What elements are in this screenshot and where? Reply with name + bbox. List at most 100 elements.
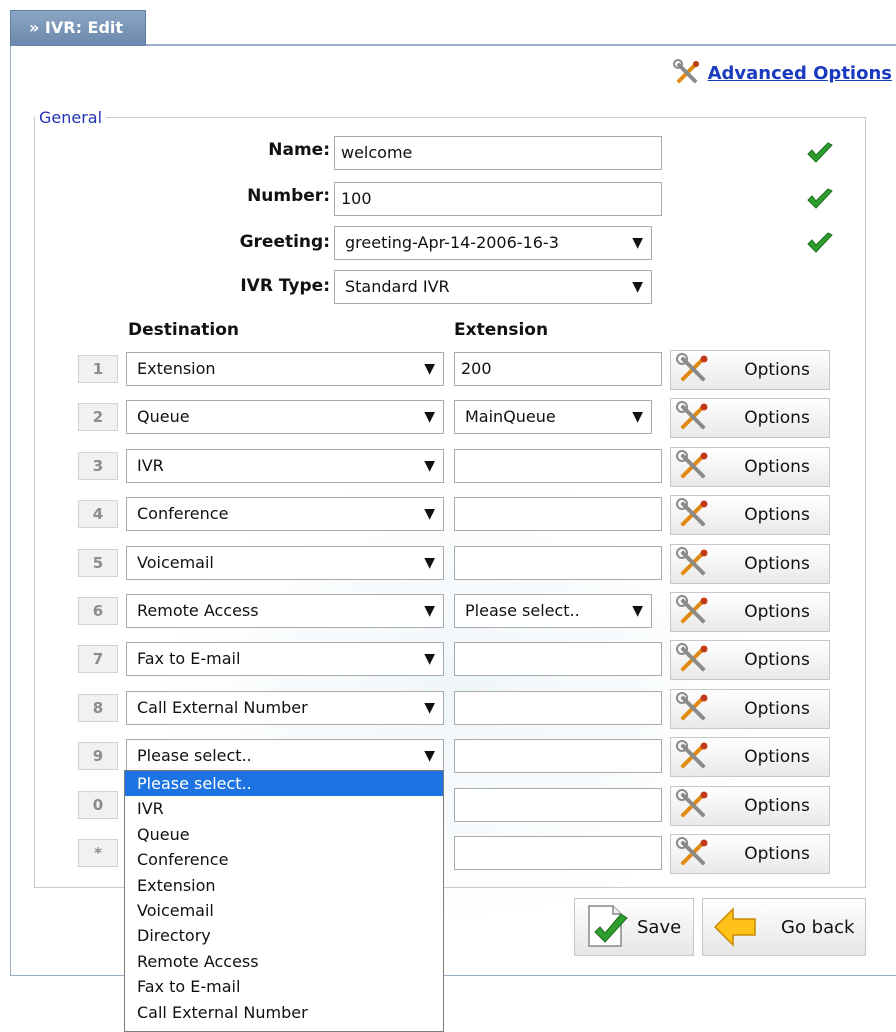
destination-select[interactable]: Conference ▼ [126,497,444,531]
extension-input[interactable] [454,642,662,676]
options-label: Options [744,457,810,477]
options-button[interactable]: Options [670,398,830,438]
options-button[interactable]: Options [670,834,830,874]
destination-select[interactable]: Remote Access ▼ [126,594,444,628]
dropdown-arrow-icon: ▼ [424,409,435,425]
ivr-type-value: Standard IVR [345,277,450,296]
dropdown-arrow-icon: ▼ [632,603,643,619]
tools-icon [675,497,715,533]
extension-input[interactable] [454,788,662,822]
destination-select[interactable]: Extension ▼ [126,352,444,386]
greeting-select[interactable]: greeting-Apr-14-2006-16-3 ▼ [334,226,652,260]
tools-icon [675,788,715,824]
destination-select[interactable]: Queue ▼ [126,400,444,434]
general-legend: General [39,108,103,127]
extension-select[interactable]: Please select.. ▼ [454,594,652,628]
dropdown-arrow-icon: ▼ [424,458,435,474]
options-button[interactable]: Options [670,737,830,777]
tools-icon [675,594,715,630]
dropdown-arrow-icon: ▼ [424,361,435,377]
tools-icon [675,836,715,872]
key-badge: 9 [78,742,118,770]
options-button[interactable]: Options [670,786,830,826]
options-label: Options [744,554,810,574]
save-button[interactable]: Save [574,898,694,956]
extension-input[interactable] [454,739,662,773]
extension-input[interactable] [454,546,662,580]
options-label: Options [744,360,810,380]
greeting-value: greeting-Apr-14-2006-16-3 [345,233,559,252]
destination-value: Remote Access [137,601,259,620]
extension-value: Please select.. [465,601,580,620]
options-button[interactable]: Options [670,592,830,632]
dropdown-option[interactable]: Voicemail [125,898,443,923]
options-label: Options [744,408,810,428]
key-badge: 8 [78,694,118,722]
ivr-type-select[interactable]: Standard IVR ▼ [334,270,652,304]
go-back-button[interactable]: Go back [702,898,866,956]
destination-value: Queue [137,407,190,426]
destination-select[interactable]: Call External Number ▼ [126,691,444,725]
options-button[interactable]: Options [670,689,830,729]
tools-icon [675,352,715,388]
destination-value: Conference [137,504,229,523]
options-button[interactable]: Options [670,350,830,390]
extension-input[interactable] [454,691,662,725]
extension-select[interactable]: MainQueue ▼ [454,400,652,434]
dropdown-option[interactable]: Please select.. [125,771,443,797]
dropdown-option[interactable]: Remote Access [125,949,443,974]
dropdown-arrow-icon: ▼ [632,279,643,295]
go-back-label: Go back [781,916,855,938]
save-icon [588,905,628,947]
options-button[interactable]: Options [670,447,830,487]
tools-icon [675,449,715,485]
dropdown-option[interactable]: Call External Number [125,1000,443,1025]
options-button[interactable]: Options [670,640,830,680]
key-badge: * [78,839,118,867]
advanced-options[interactable]: Advanced Options [672,58,892,88]
destination-select[interactable]: Voicemail ▼ [126,546,444,580]
destination-header: Destination [128,320,240,340]
key-badge: 1 [78,355,118,383]
destination-value: Fax to E-mail [137,649,241,668]
tab-ivr-edit[interactable]: » IVR: Edit [10,10,147,46]
tools-icon [675,400,715,436]
destination-value: Please select.. [137,746,252,765]
key-badge: 4 [78,500,118,528]
tools-icon [675,739,715,775]
tab-bar: » IVR: Edit [10,10,896,46]
dropdown-arrow-icon: ▼ [424,748,435,764]
dropdown-option[interactable]: Fax to E-mail [125,974,443,999]
name-label: Name: [268,140,330,160]
options-label: Options [744,844,810,864]
options-label: Options [744,699,810,719]
extension-input[interactable] [454,836,662,870]
options-button[interactable]: Options [670,544,830,584]
dropdown-option[interactable]: Queue [125,822,443,847]
extension-input[interactable] [454,497,662,531]
dropdown-option[interactable]: Extension [125,873,443,898]
options-button[interactable]: Options [670,495,830,535]
dropdown-option[interactable]: Conference [125,847,443,872]
number-input[interactable]: 100 [334,182,662,216]
check-icon [807,188,833,209]
key-badge: 2 [78,403,118,431]
name-input[interactable]: welcome [334,136,662,170]
advanced-options-link[interactable]: Advanced Options [708,63,892,84]
key-badge: 6 [78,597,118,625]
save-label: Save [637,916,682,938]
destination-value: Voicemail [137,553,214,572]
destination-value: Call External Number [137,698,308,717]
extension-input[interactable]: 200 [454,352,662,386]
destination-dropdown-list[interactable]: Please select.. IVR Queue Conference Extensi… [124,770,444,1032]
extension-input[interactable] [454,449,662,483]
key-badge: 0 [78,791,118,819]
key-badge: 5 [78,549,118,577]
tools-icon [672,59,699,84]
dropdown-option[interactable]: IVR [125,796,443,821]
destination-select[interactable]: Please select.. ▼ [126,739,444,773]
dropdown-option[interactable]: Directory [125,923,443,948]
destination-select[interactable]: Fax to E-mail ▼ [126,642,444,676]
destination-value: IVR [137,456,164,475]
destination-select[interactable]: IVR ▼ [126,449,444,483]
